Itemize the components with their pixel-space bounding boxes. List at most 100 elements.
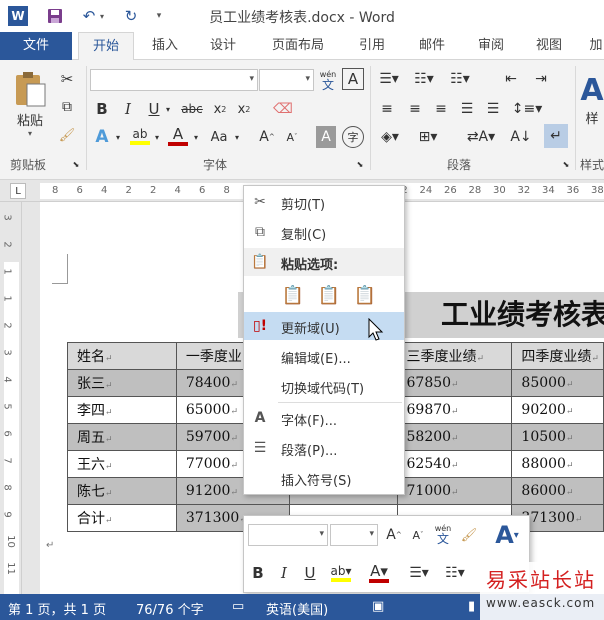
shading-button[interactable]: ◈▾ [376,126,404,148]
format-painter-button[interactable]: 🖌 [56,124,78,146]
copy-button[interactable]: ⧉ [56,96,78,118]
paste-keep-source-icon[interactable]: 📋 [280,282,306,308]
paragraph-launcher-icon[interactable]: ⬊ [560,158,572,170]
tab-view[interactable]: 视图 [525,32,573,60]
paste-text-only-icon[interactable]: 📋 [352,282,378,308]
page-count[interactable]: 第 1 页，共 1 页 [8,599,106,618]
view-mode-icon[interactable]: ▮ [468,599,475,614]
font-size-combo[interactable]: ▾ [259,69,314,91]
clear-formatting-button[interactable]: ⌫ [272,98,294,120]
font-launcher-icon[interactable]: ⬊ [354,158,366,170]
clipboard-launcher-icon[interactable]: ⬊ [70,158,82,170]
phonetic-guide-button[interactable]: wén 文 [317,68,339,92]
mini-grow-font-button[interactable]: A ^ [384,524,404,546]
text-effects-dropdown-icon[interactable]: ▾ [113,126,123,148]
tab-design[interactable]: 设计 [198,32,248,60]
tab-review[interactable]: 审阅 [467,32,515,60]
underline-dropdown-icon[interactable]: ▾ [163,98,173,120]
table-cell[interactable]: 姓名↵ [67,342,177,370]
tab-file[interactable]: 文件 [0,32,72,60]
tab-home[interactable]: 开始 [78,32,134,61]
menu-item-edit-field[interactable]: 编辑域(E)... [244,342,404,370]
vertical-ruler[interactable]: 3 2 1 1 2 3 4 5 6 7 8 9 10 11 [0,202,22,594]
menu-item-toggle-field-codes[interactable]: 切换域代码(T) [244,372,404,400]
table-cell[interactable]: 10500↵ [511,423,604,451]
underline-button[interactable]: U [144,98,164,120]
table-cell[interactable]: 王六↵ [67,450,177,478]
tab-references[interactable]: 引用 [348,32,396,60]
tab-page-layout[interactable]: 页面布局 [262,32,334,60]
mini-bullets-button[interactable]: ☰▾ [404,562,434,584]
table-cell[interactable]: 李四↵ [67,396,177,424]
table-cell[interactable]: 周五↵ [67,423,177,451]
decrease-indent-button[interactable]: ⇤ [500,68,522,90]
mini-shrink-font-button[interactable]: Aˇ [408,524,428,546]
language-status[interactable]: 英语(美国) [266,599,328,618]
table-cell[interactable]: 合计↵ [67,504,177,532]
proofing-icon[interactable]: ▭ [232,599,244,614]
font-color-dropdown-icon[interactable]: ▾ [191,126,201,148]
tab-addins[interactable]: 加 [586,32,604,60]
menu-item-copy[interactable]: ⧉ 复制(C) [244,218,404,246]
table-cell[interactable]: 陈七↵ [67,477,177,505]
table-cell[interactable]: 67850↵ [396,369,513,397]
mini-italic-button[interactable]: I [274,562,294,584]
bold-button[interactable]: B [92,98,112,120]
italic-button[interactable]: I [118,98,138,120]
font-name-combo[interactable]: ▾ [90,69,258,91]
character-shading-button[interactable]: A [316,126,336,148]
mini-bold-button[interactable]: B [248,562,268,584]
mini-format-painter-button[interactable]: 🖌 [458,524,480,546]
table-cell[interactable]: 69870↵ [396,396,513,424]
text-effects-button[interactable]: A [92,126,112,148]
table-cell[interactable]: 71000↵ [396,477,513,505]
numbering-button[interactable]: ☷▾ [410,68,438,90]
menu-item-paragraph[interactable]: ☰ 段落(P)... [244,434,404,462]
line-spacing-button[interactable]: ↕≡▾ [510,98,544,120]
superscript-button[interactable]: x2 [234,98,254,120]
table-cell[interactable]: 85000↵ [511,369,604,397]
subscript-button[interactable]: x2 [210,98,230,120]
paste-merge-icon[interactable]: 📋 [316,282,342,308]
change-case-button[interactable]: Aa [206,126,232,148]
font-color-button[interactable]: A [166,124,190,148]
cut-button[interactable]: ✂ [56,68,78,90]
mini-font-size-combo[interactable]: ▾ [330,524,378,546]
table-cell[interactable]: 62540↵ [396,450,513,478]
sort-button[interactable]: A↓ [510,126,532,148]
table-cell[interactable]: 四季度业绩↵ [511,342,604,370]
menu-item-cut[interactable]: ✂ 剪切(T) [244,188,404,216]
align-left-button[interactable]: ≡ [376,98,398,120]
justify-button[interactable]: ☰ [456,98,478,120]
menu-item-font[interactable]: A 字体(F)... [244,404,404,432]
mini-styles-button[interactable]: A ▾ [488,520,526,550]
tab-mailings[interactable]: 邮件 [408,32,456,60]
align-center-button[interactable]: ≡ [404,98,426,120]
menu-item-insert-symbol[interactable]: 插入符号(S) [244,464,404,492]
enclose-characters-button[interactable]: 字 [342,126,364,148]
table-cell[interactable]: 58200↵ [396,423,513,451]
mini-numbering-button[interactable]: ☷▾ [440,562,470,584]
asian-layout-button[interactable]: ⇄A▾ [464,126,498,148]
table-cell[interactable]: 86000↵ [511,477,604,505]
grow-font-button[interactable]: A ^ [257,126,277,148]
borders-button[interactable]: ⊞▾ [414,126,442,148]
distributed-button[interactable]: ☰ [482,98,504,120]
mini-highlight-button[interactable]: ab▾ [326,560,356,586]
change-case-dropdown-icon[interactable]: ▾ [232,126,242,148]
strikethrough-button[interactable]: abc [178,98,206,120]
highlight-dropdown-icon[interactable]: ▾ [152,126,162,148]
tab-selector-button[interactable]: L [10,183,26,199]
table-cell[interactable]: 张三↵ [67,369,177,397]
styles-gallery-button[interactable]: A 样 [580,70,604,130]
increase-indent-button[interactable]: ⇥ [530,68,552,90]
macro-record-icon[interactable]: ▣ [372,599,384,614]
table-cell[interactable]: 90200↵ [511,396,604,424]
mini-phonetic-guide-button[interactable]: wén 文 [432,522,454,546]
character-border-button[interactable]: A [342,68,364,90]
bullets-button[interactable]: ☰▾ [376,68,402,90]
mini-font-color-button[interactable]: A▾ [364,560,394,586]
word-count[interactable]: 76/76 个字 [136,599,204,618]
table-cell[interactable]: 三季度业绩↵ [396,342,513,370]
paste-button[interactable]: 粘贴 ▾ [8,68,52,140]
